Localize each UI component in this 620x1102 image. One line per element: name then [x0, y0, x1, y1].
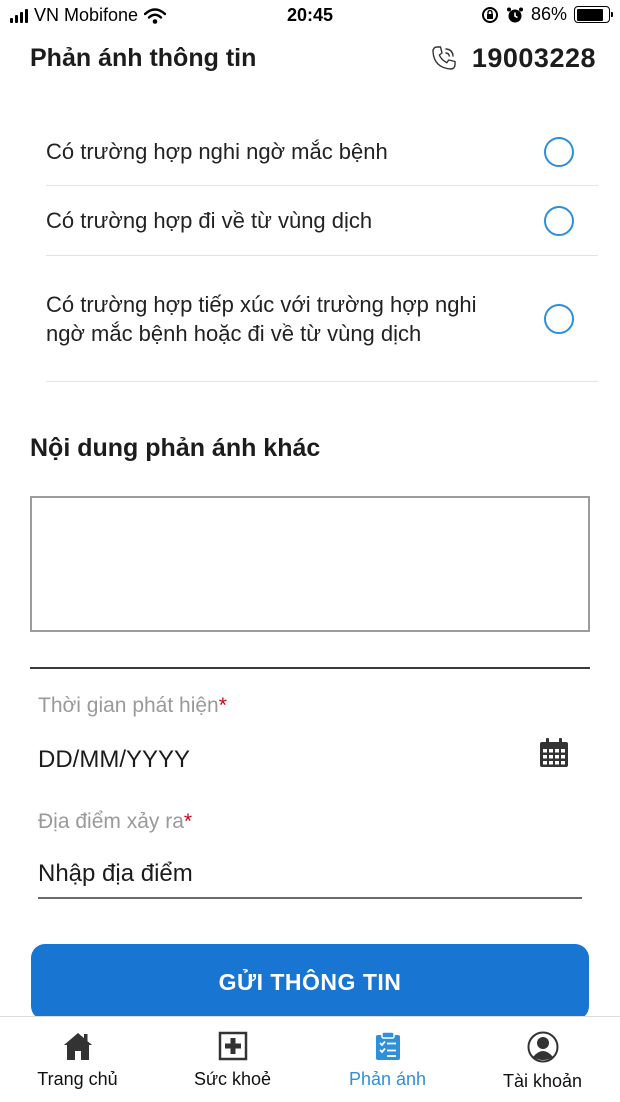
tab-label: Trang chủ	[37, 1069, 118, 1089]
option-contact-case[interactable]: Có trường hợp tiếp xúc với trường hợp ng…	[46, 256, 598, 382]
other-content-title: Nội dung phản ánh khác	[30, 434, 321, 462]
rotation-lock-icon	[481, 6, 498, 23]
status-bar: VN Mobifone 20:45 86%	[0, 0, 620, 30]
radio-button[interactable]	[544, 303, 574, 334]
required-mark: *	[183, 810, 193, 833]
detection-time-label: Thời gian phát hiện*	[38, 694, 227, 718]
required-mark: *	[218, 694, 227, 717]
location-label-text: Địa điểm xảy ra	[38, 810, 184, 833]
phone-icon	[432, 46, 456, 70]
location-underline	[38, 897, 582, 899]
other-content-textarea[interactable]	[30, 496, 590, 632]
alarm-icon	[506, 7, 523, 22]
clipboard-icon	[375, 1031, 400, 1060]
tab-health[interactable]: Sức khoẻ	[155, 1017, 310, 1102]
option-from-epidemic-area[interactable]: Có trường hợp đi về từ vùng dịch	[46, 186, 598, 256]
option-label: Có trường hợp đi về từ vùng dịch	[46, 208, 373, 233]
status-right: 86%	[481, 4, 613, 25]
hotline-number[interactable]: 19003228	[472, 43, 596, 74]
option-label: Có trường hợp tiếp xúc với trường hợp ng…	[46, 291, 477, 346]
hotline[interactable]: 19003228	[430, 43, 596, 74]
location-label: Địa điểm xảy ra*	[38, 810, 192, 834]
option-suspected-case[interactable]: Có trường hợp nghi ngờ mắc bệnh	[46, 118, 598, 186]
option-label: Có trường hợp nghi ngờ mắc bệnh	[46, 139, 388, 164]
calendar-icon[interactable]	[538, 737, 570, 769]
detection-time-label-text: Thời gian phát hiện	[38, 694, 219, 717]
tab-account[interactable]: Tài khoản	[465, 1017, 620, 1102]
header: Phản ánh thông tin 19003228	[30, 38, 596, 78]
radio-button[interactable]	[544, 136, 574, 167]
submit-button[interactable]: GỬI THÔNG TIN	[31, 944, 589, 1020]
radio-button[interactable]	[544, 205, 574, 236]
battery-icon	[574, 6, 613, 23]
tab-report[interactable]: Phản ánh	[310, 1017, 465, 1102]
tab-label: Phản ánh	[348, 1069, 427, 1089]
tab-bar: Trang chủ Sức khoẻ Phản ánh Tài khoản	[0, 1016, 620, 1102]
home-icon	[63, 1033, 92, 1060]
detection-time-field[interactable]: DD/MM/YYYY	[38, 746, 190, 774]
account-icon	[527, 1031, 558, 1063]
divider	[30, 667, 590, 669]
page-title: Phản ánh thông tin	[30, 43, 257, 72]
location-input[interactable]: Nhập địa điểm	[38, 860, 193, 888]
battery-fill	[576, 8, 604, 21]
report-options: Có trường hợp nghi ngờ mắc bệnh Có trườn…	[46, 118, 598, 382]
battery-percent: 86%	[530, 4, 567, 24]
tab-label: Tài khoản	[502, 1071, 583, 1091]
health-icon	[218, 1031, 247, 1061]
tab-label: Sức khoẻ	[193, 1069, 272, 1089]
tab-home[interactable]: Trang chủ	[0, 1017, 155, 1102]
